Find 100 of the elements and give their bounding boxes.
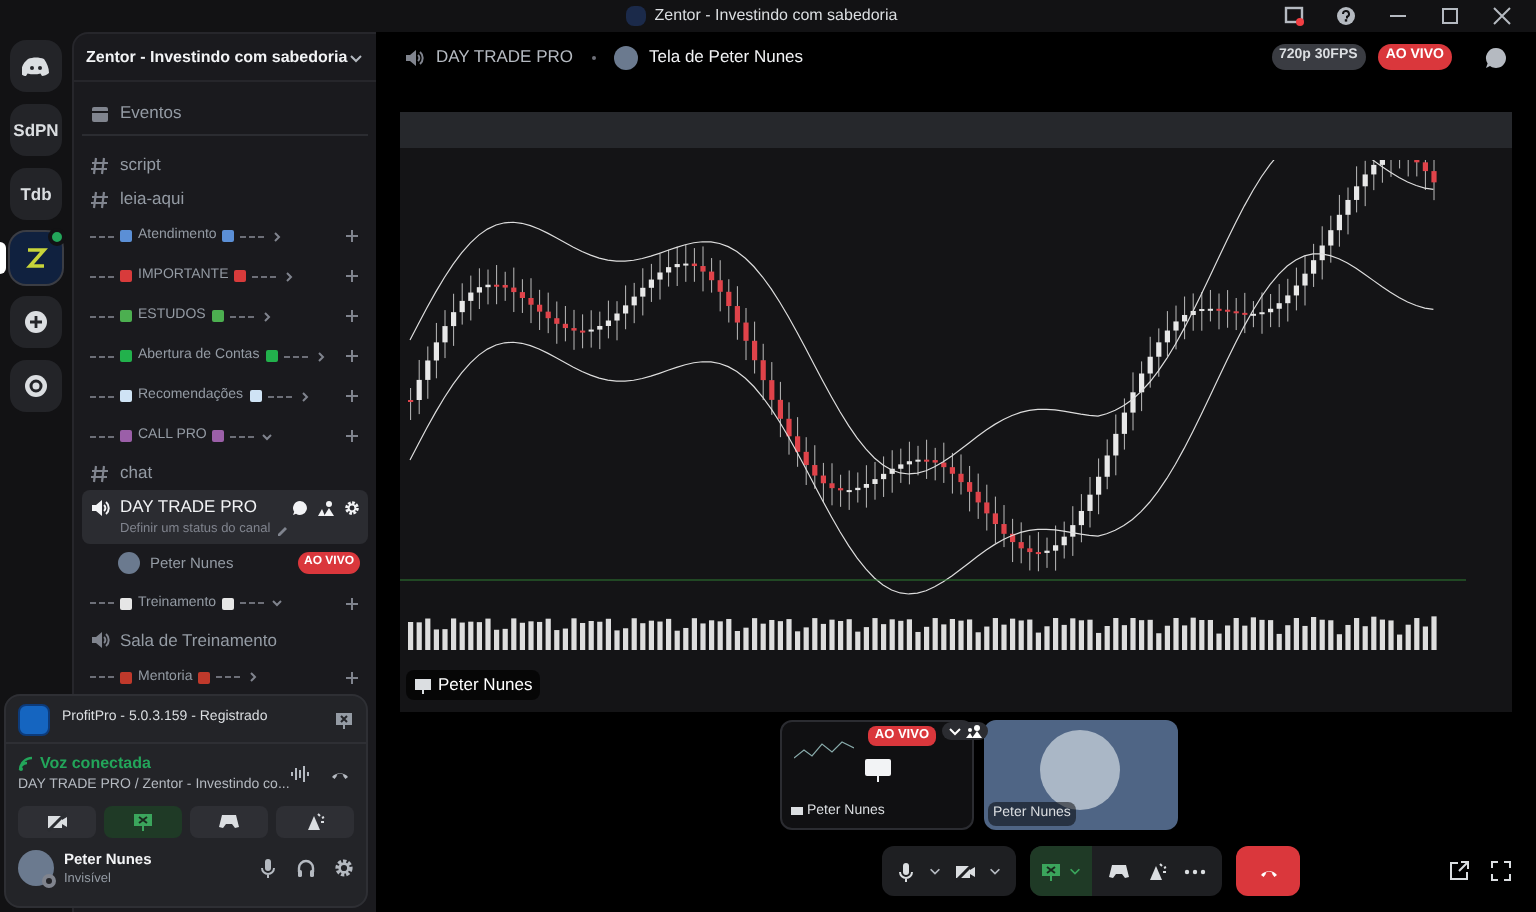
speaker-icon — [404, 47, 424, 67]
chat-icon[interactable] — [1484, 45, 1508, 69]
notification-badge — [48, 228, 66, 246]
chevron-right-icon[interactable] — [313, 349, 328, 363]
pop-out-icon[interactable] — [1448, 860, 1470, 882]
server-button[interactable]: Tdb — [10, 168, 62, 220]
chevron-right-icon[interactable] — [246, 670, 261, 685]
plus-icon[interactable] — [344, 388, 360, 404]
emoji-icon — [222, 230, 235, 242]
sparkles-icon — [304, 811, 326, 831]
chevron-right-icon[interactable] — [282, 269, 297, 283]
soundboard-button[interactable] — [276, 805, 354, 837]
discover-button[interactable] — [10, 360, 62, 412]
settings-icon[interactable] — [334, 858, 354, 878]
app-logo-icon — [18, 703, 50, 735]
chevron-down-icon[interactable] — [260, 429, 275, 443]
plus-icon[interactable] — [344, 348, 360, 364]
stream-owner-label: Peter Nunes — [438, 672, 533, 698]
discord-logo-icon — [22, 56, 50, 76]
add-server-button[interactable] — [10, 296, 62, 348]
compass-icon — [24, 374, 48, 398]
inbox-icon[interactable] — [1284, 6, 1304, 26]
hashtag-icon — [90, 463, 110, 483]
chevron-down-icon[interactable] — [988, 864, 1002, 878]
chevron-down-icon[interactable] — [348, 49, 364, 65]
screen-share-button[interactable] — [104, 805, 182, 837]
screen-icon — [414, 677, 432, 694]
game-controller-icon — [218, 811, 240, 831]
chevron-right-icon[interactable] — [297, 389, 312, 403]
stop-stream-icon[interactable] — [334, 709, 354, 729]
help-icon[interactable] — [1336, 6, 1356, 26]
emoji-icon — [198, 671, 211, 684]
emoji-icon — [265, 350, 278, 362]
plus-icon[interactable] — [344, 428, 360, 444]
window-title: Zentor - Investindo com sabedoria — [654, 4, 898, 28]
sparkles-icon[interactable] — [1146, 861, 1168, 881]
soundwave-icon[interactable] — [290, 764, 310, 785]
screen-share-button[interactable] — [1030, 846, 1092, 896]
plus-icon — [24, 310, 48, 334]
plus-icon[interactable] — [344, 595, 360, 612]
chevron-down-icon[interactable] — [270, 596, 285, 611]
plus-icon[interactable] — [344, 268, 360, 284]
channel-name[interactable]: script — [120, 152, 161, 178]
channel-name[interactable]: DAY TRADE PRO — [436, 44, 573, 70]
hashtag-icon — [90, 155, 110, 175]
plus-icon[interactable] — [344, 228, 360, 244]
chevron-right-icon[interactable] — [270, 229, 285, 243]
speaker-icon — [90, 497, 110, 517]
voice-channel[interactable]: Sala de Treinamento — [82, 623, 368, 658]
hashtag-icon — [90, 189, 110, 209]
disconnect-button[interactable] — [1236, 846, 1300, 896]
plus-icon[interactable] — [344, 669, 360, 686]
avatar — [118, 552, 140, 575]
home-button[interactable] — [10, 40, 62, 92]
close-icon[interactable] — [1492, 6, 1512, 26]
status-icon — [42, 874, 56, 888]
letter-z-logo-icon — [24, 246, 48, 270]
avatar — [613, 45, 637, 69]
emoji-icon — [212, 430, 225, 442]
server-icon[interactable] — [10, 232, 62, 284]
avatar[interactable] — [18, 850, 54, 886]
chevron-down-icon — [947, 724, 961, 738]
camera-off-icon[interactable] — [954, 861, 976, 881]
server-name[interactable]: Zentor - Investindo com sabedoria — [86, 45, 348, 69]
stream-title: Tela de Peter Nunes — [649, 44, 806, 70]
chat-icon[interactable] — [292, 499, 308, 515]
screen-share-icon — [132, 811, 154, 831]
chevron-down-icon[interactable] — [928, 864, 942, 878]
speaker-icon — [90, 630, 110, 651]
more-icon[interactable] — [1184, 867, 1206, 875]
monitor-icon — [863, 758, 891, 782]
maximize-icon[interactable] — [1440, 6, 1460, 26]
plus-icon[interactable] — [344, 308, 360, 324]
channel-name[interactable]: leia-aqui — [120, 186, 185, 212]
fullscreen-icon[interactable] — [1490, 860, 1512, 882]
microphone-icon[interactable] — [896, 861, 916, 881]
emoji-icon — [211, 310, 224, 322]
headphones-icon[interactable] — [296, 858, 316, 878]
selected-indicator — [0, 242, 6, 274]
activity-button[interactable] — [190, 805, 268, 837]
game-controller-icon[interactable] — [1108, 862, 1130, 880]
channel-name[interactable]: chat — [120, 460, 153, 486]
chevron-down-icon — [1068, 864, 1082, 878]
chevron-right-icon[interactable] — [259, 309, 274, 323]
screen-share-icon — [1040, 861, 1062, 881]
emoji-icon — [222, 597, 235, 610]
tile-menu-button[interactable] — [941, 722, 987, 740]
channel-name[interactable]: Eventos — [120, 100, 182, 126]
screen-icon — [789, 805, 803, 818]
microphone-icon[interactable] — [258, 858, 278, 878]
camera-off-icon — [46, 811, 68, 831]
emoji-icon — [249, 390, 262, 402]
emoji-icon — [234, 270, 247, 282]
server-button[interactable]: SdPN — [10, 104, 62, 156]
server-logo-icon — [626, 6, 647, 26]
camera-button[interactable] — [18, 805, 96, 837]
pencil-icon — [276, 523, 289, 536]
avatar — [1040, 730, 1120, 810]
voice-status: Voz conectada — [40, 752, 151, 776]
signal-icon — [18, 756, 34, 772]
